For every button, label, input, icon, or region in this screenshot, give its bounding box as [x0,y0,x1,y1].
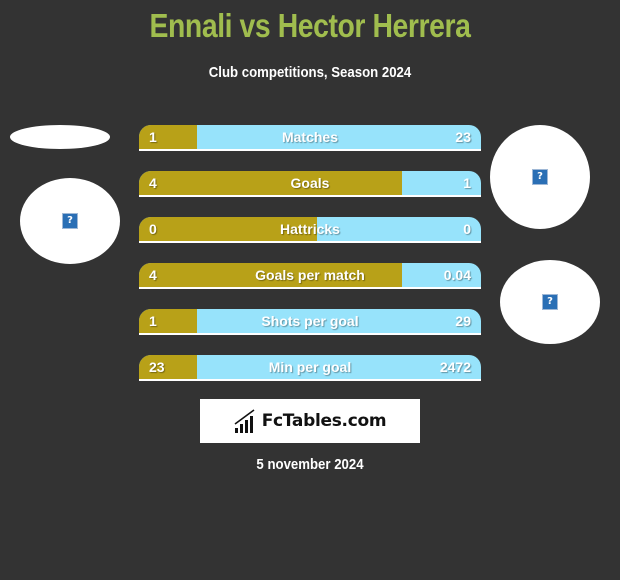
right-player-avatar: ? [490,125,590,229]
left-value: 23 [149,359,165,375]
stats-comparison: Matches 1 23 Goals 4 1 Hattricks 0 0 Goa… [139,125,481,401]
stat-row-matches: Matches 1 23 [139,125,481,151]
stat-row-min-per-goal: Min per goal 23 2472 [139,355,481,381]
right-value: 2472 [439,359,471,375]
stat-label: Goals per match [255,267,365,283]
left-value: 1 [149,129,157,145]
stat-label: Goals [290,175,330,191]
page-title: Ennali vs Hector Herrera [149,7,471,44]
left-team-logo [10,125,110,149]
stat-label: Min per goal [268,359,352,375]
stat-label: Matches [281,129,339,145]
left-value: 4 [149,175,157,191]
right-value: 29 [455,313,471,329]
right-team-logo: ? [500,260,600,344]
missing-image-icon: ? [62,213,78,229]
right-value: 0 [463,221,471,237]
stat-label: Hattricks [280,221,340,237]
stat-label: Shots per goal [261,313,359,329]
right-value: 1 [463,175,471,191]
stat-row-shots-per-goal: Shots per goal 1 29 [139,309,481,335]
right-value: 23 [455,129,471,145]
left-value: 0 [149,221,157,237]
brand-name: FcTables.com [261,411,387,431]
report-date: 5 november 2024 [256,456,364,473]
stat-row-hattricks: Hattricks 0 0 [139,217,481,243]
left-value: 4 [149,267,157,283]
fctables-brand-link[interactable]: FcTables.com [200,399,420,443]
bar-chart-icon [234,409,255,433]
right-value: 0.04 [443,267,471,283]
missing-image-icon: ? [542,294,558,310]
left-player-avatar: ? [20,178,120,264]
stat-row-goals-per-match: Goals per match 4 0.04 [139,263,481,289]
left-value: 1 [149,313,157,329]
page-subtitle: Club competitions, Season 2024 [208,64,412,81]
missing-image-icon: ? [532,169,548,185]
stat-row-goals: Goals 4 1 [139,171,481,197]
